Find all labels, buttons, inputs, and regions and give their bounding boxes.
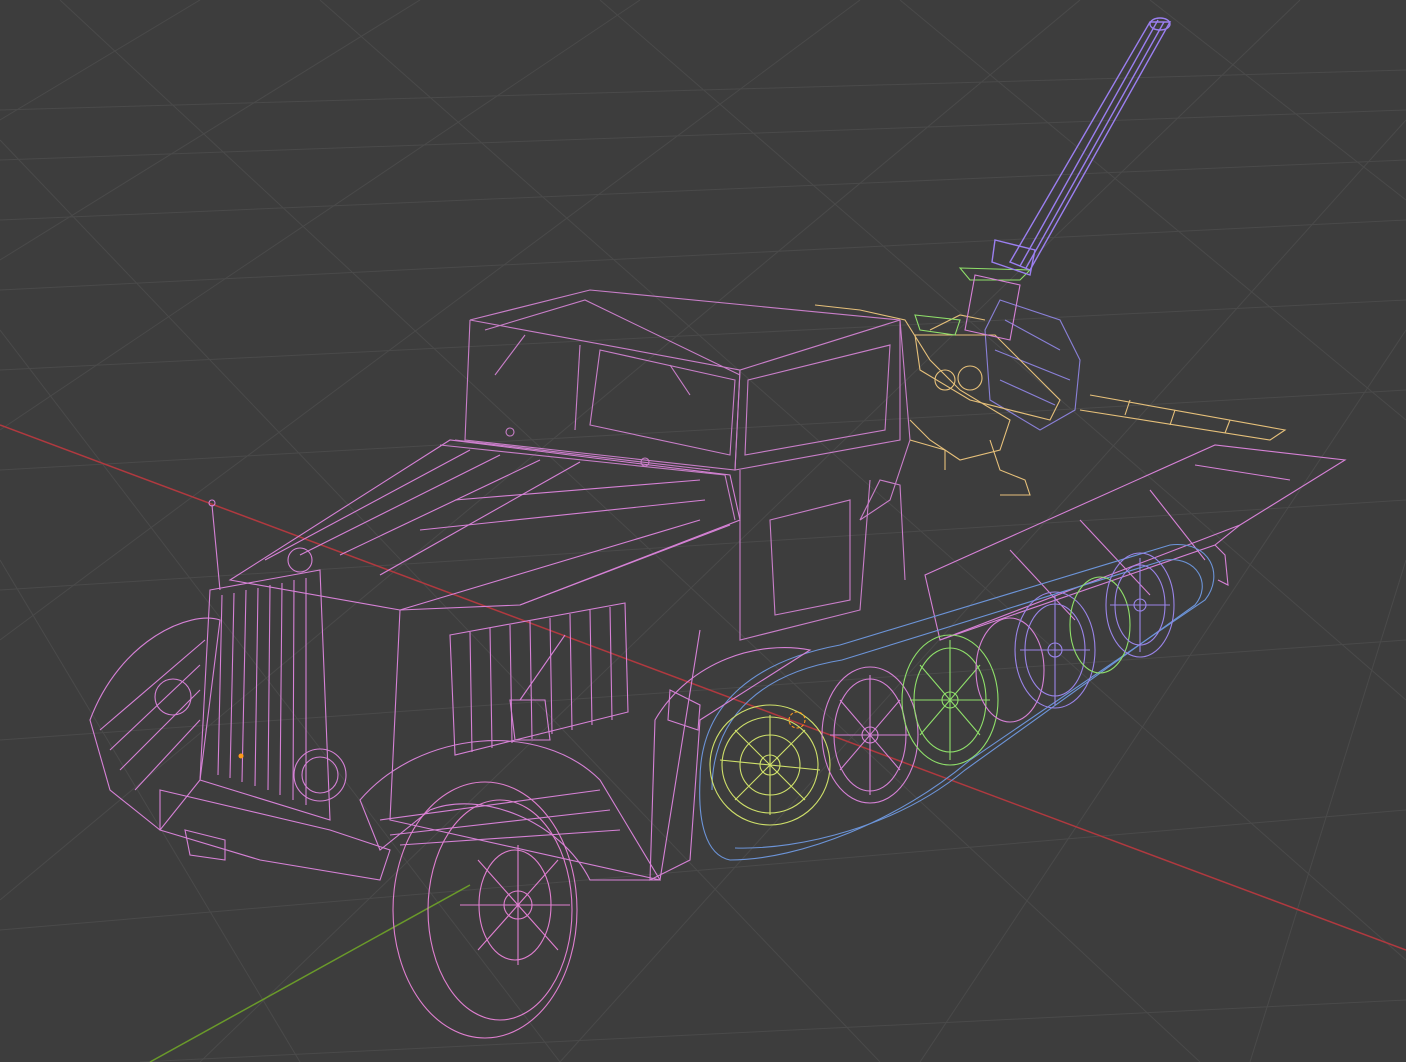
gun-mount	[814, 304, 1061, 496]
gun-platform-rails	[1079, 394, 1287, 441]
cab	[464, 289, 911, 641]
viewport-canvas[interactable]	[0, 0, 1406, 1062]
road-wheel-purple-rear	[1105, 552, 1175, 658]
road-wheel-green	[901, 634, 999, 766]
flatbed	[924, 444, 1347, 641]
road-wheel-purple	[1014, 591, 1096, 709]
road-wheel-pink	[821, 666, 919, 804]
x-axis-line	[0, 424, 1406, 951]
y-axis-line	[149, 884, 471, 1062]
headlight-right	[293, 748, 347, 802]
road-wheel-front-yellow	[709, 704, 831, 826]
gun-breech	[964, 274, 1021, 341]
3d-viewport[interactable]	[0, 0, 1406, 1062]
object-origin-marker[interactable]	[238, 753, 244, 759]
gun-shield	[984, 299, 1081, 431]
road-wheel-green-rear	[1069, 576, 1131, 674]
front-fender-left	[89, 617, 221, 831]
floor-grid	[0, 0, 1406, 1062]
side-mirror	[509, 634, 566, 741]
front-wheel-right	[392, 781, 578, 1039]
